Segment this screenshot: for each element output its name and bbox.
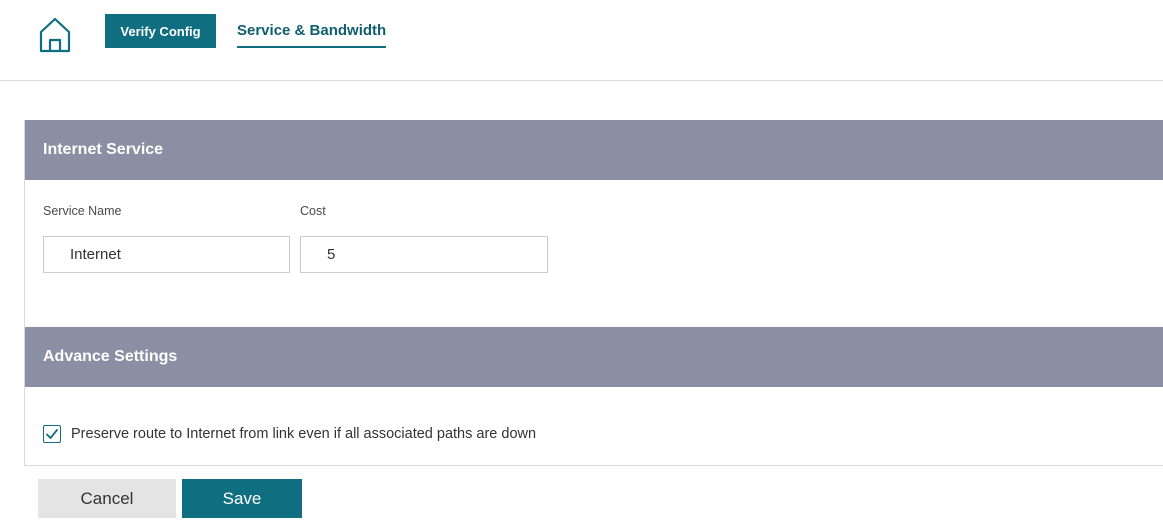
cancel-button[interactable]: Cancel [38,479,176,518]
service-form-panel: Internet Service Service Name Cost Advan… [24,120,1163,466]
advance-settings-section-header: Advance Settings [25,327,1163,387]
preserve-route-option[interactable]: Preserve route to Internet from link eve… [43,425,536,443]
tab-service-and-bandwidth[interactable]: Service & Bandwidth [237,22,387,48]
internet-service-section-header: Internet Service [25,120,1163,180]
service-name-label: Service Name [43,204,122,218]
service-name-input[interactable] [43,236,290,273]
checkmark-icon [46,429,58,439]
top-navigation-bar: Verify Config Service & Bandwidth [0,0,1163,81]
cost-label: Cost [300,204,326,218]
save-button[interactable]: Save [182,479,302,518]
preserve-route-label: Preserve route to Internet from link eve… [71,426,537,442]
home-icon[interactable] [38,16,72,54]
cost-input[interactable] [300,236,548,273]
preserve-route-checkbox[interactable] [43,425,61,443]
verify-config-button[interactable]: Verify Config [105,14,216,48]
